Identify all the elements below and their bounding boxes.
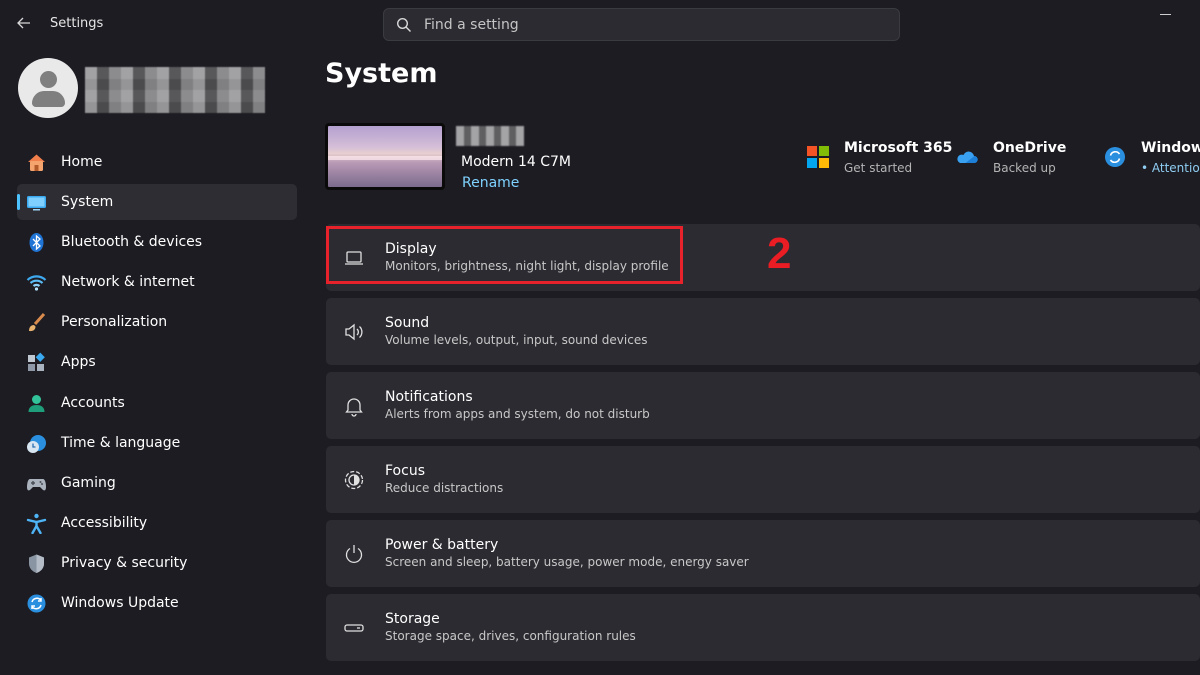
sidebar-item-apps[interactable]: Apps (17, 344, 297, 380)
page-title: System (325, 58, 438, 89)
sidebar-item-privacy-security[interactable]: Privacy & security (17, 545, 297, 581)
sidebar-item-accessibility[interactable]: Accessibility (17, 505, 297, 541)
brush-icon (29, 313, 46, 332)
sidebar-nav: Home System Bluetooth & devices Network … (17, 144, 297, 625)
storage-icon (344, 624, 364, 632)
gamepad-icon (27, 478, 46, 491)
app-title: Settings (50, 16, 104, 31)
update-icon (27, 594, 46, 613)
sidebar-item-personalization[interactable]: Personalization (17, 304, 297, 340)
onedrive-cloud-icon (957, 151, 978, 164)
device-model: Modern 14 C7M (461, 154, 572, 170)
sidebar-item-bluetooth[interactable]: Bluetooth & devices (17, 224, 297, 260)
user-name-blurred (85, 67, 265, 113)
device-wallpaper-thumbnail (325, 123, 445, 190)
focus-icon (344, 470, 364, 490)
power-icon (345, 545, 363, 563)
card-display[interactable]: Display Monitors, brightness, night ligh… (326, 224, 1200, 291)
card-focus[interactable]: Focus Reduce distractions (326, 446, 1200, 513)
accessibility-icon (26, 513, 47, 534)
sidebar-item-system[interactable]: System (17, 184, 297, 221)
search-icon (396, 17, 411, 32)
rename-link[interactable]: Rename (462, 175, 519, 191)
speaker-icon (345, 323, 363, 341)
back-arrow-icon[interactable] (16, 15, 32, 31)
bluetooth-icon (29, 233, 44, 253)
sidebar-item-home[interactable]: Home (17, 144, 297, 180)
avatar[interactable] (18, 58, 78, 118)
clock-globe-icon (27, 434, 46, 453)
sidebar-item-network[interactable]: Network & internet (17, 264, 297, 300)
accounts-icon (28, 394, 45, 412)
card-notifications[interactable]: Notifications Alerts from apps and syste… (326, 372, 1200, 439)
card-sound[interactable]: Sound Volume levels, output, input, soun… (326, 298, 1200, 365)
apps-icon (28, 353, 45, 372)
laptop-icon (345, 251, 363, 265)
microsoft-logo-icon (807, 146, 829, 168)
settings-card-list: Display Monitors, brightness, night ligh… (326, 224, 1200, 668)
sidebar-item-windows-update[interactable]: Windows Update (17, 585, 297, 621)
sidebar-item-gaming[interactable]: Gaming (17, 465, 297, 501)
system-icon (27, 196, 46, 211)
home-icon (28, 154, 45, 171)
search-placeholder: Find a setting (424, 16, 519, 33)
minimize-button[interactable] (1160, 14, 1171, 15)
wifi-icon (26, 275, 47, 291)
windows-update-icon (1105, 147, 1125, 167)
shield-icon (29, 554, 44, 573)
device-name-blurred (456, 126, 524, 146)
annotation-step-number: 2 (767, 229, 792, 278)
sidebar-item-accounts[interactable]: Accounts (17, 385, 297, 421)
sidebar-item-time-language[interactable]: Time & language (17, 425, 297, 461)
search-input[interactable]: Find a setting (383, 8, 900, 41)
bell-icon (345, 398, 363, 417)
card-storage[interactable]: Storage Storage space, drives, configura… (326, 594, 1200, 661)
quick-link-windows-update[interactable]: Windows • Attentio (1104, 140, 1200, 180)
card-power-battery[interactable]: Power & battery Screen and sleep, batter… (326, 520, 1200, 587)
